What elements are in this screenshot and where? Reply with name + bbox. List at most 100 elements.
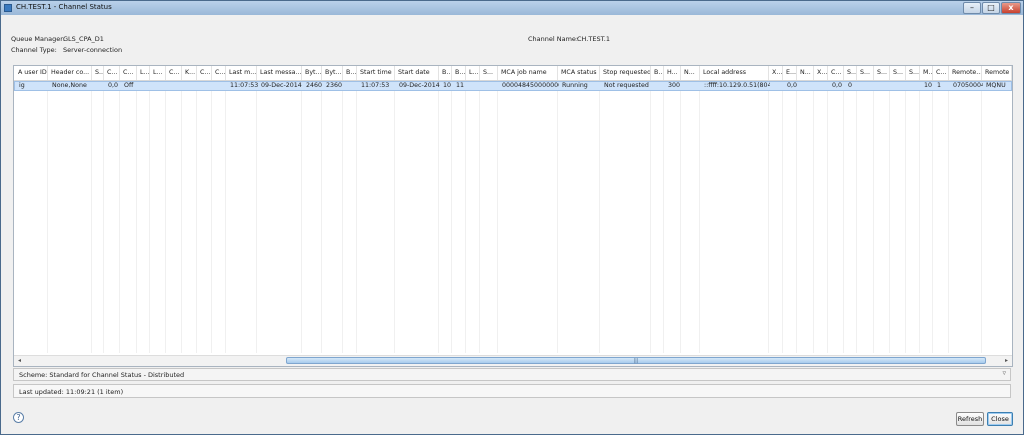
column-header[interactable]: Stop requested — [600, 66, 651, 80]
column-header[interactable]: Last m... — [226, 66, 257, 80]
scheme-text: Scheme: Standard for Channel Status - Di… — [19, 371, 185, 379]
window-title: CH.TEST.1 - Channel Status — [16, 3, 112, 11]
gridline — [782, 91, 783, 353]
column-header[interactable]: Byt... — [322, 66, 343, 80]
horizontal-scrollbar[interactable]: ◂ ||| ▸ — [14, 355, 1012, 366]
column-header[interactable]: B... — [439, 66, 452, 80]
table-cell — [891, 82, 907, 90]
table-cell — [138, 82, 151, 90]
chevron-down-icon[interactable]: ▿ — [1002, 369, 1006, 377]
channel-type-label: Channel Type: — [11, 46, 57, 54]
gridline — [827, 91, 828, 353]
column-header[interactable]: B... — [343, 66, 357, 80]
help-icon[interactable]: ? — [13, 412, 24, 423]
column-header[interactable]: L... — [466, 66, 480, 80]
table-cell: Running — [562, 82, 588, 89]
column-header[interactable]: C... — [212, 66, 226, 80]
column-header[interactable]: MCA job name — [498, 66, 558, 80]
table-cell: 09-Dec-2014 — [261, 82, 302, 89]
column-header[interactable]: L... — [150, 66, 166, 80]
table-row[interactable]: ig None,None 0,0 Off 11:07:53 09-Dec-2014 2460… — [14, 81, 1012, 91]
column-header[interactable]: E... — [783, 66, 797, 80]
table-cell — [875, 82, 891, 90]
table-cell: 09-Dec-2014 — [399, 82, 440, 89]
gridline — [889, 91, 890, 353]
table-cell — [167, 82, 183, 90]
column-header[interactable]: Start date — [395, 66, 439, 80]
column-header[interactable]: S... — [480, 66, 498, 80]
column-header[interactable]: Start time — [357, 66, 395, 80]
column-header[interactable]: S... — [874, 66, 890, 80]
column-header[interactable]: N... — [681, 66, 700, 80]
column-header[interactable]: X... — [814, 66, 828, 80]
gridline — [225, 91, 226, 353]
table-cell: ig — [19, 82, 25, 89]
column-header[interactable]: B... — [651, 66, 664, 80]
column-header[interactable]: X... — [769, 66, 783, 80]
gridline — [91, 91, 92, 353]
column-header[interactable]: Byt... — [302, 66, 322, 80]
scheme-selector[interactable]: Scheme: Standard for Channel Status - Di… — [13, 368, 1011, 381]
channel-status-table[interactable]: A user IDHeader co...S...C...C...L...L..… — [13, 65, 1013, 367]
column-header[interactable]: B... — [452, 66, 466, 80]
gridline — [103, 91, 104, 353]
column-header[interactable]: Last messa... — [257, 66, 302, 80]
gridline — [321, 91, 322, 353]
gridline — [465, 91, 466, 353]
table-cell: Not requested — [604, 82, 649, 89]
table-cell: 0,0 — [787, 82, 798, 89]
table-cell — [213, 82, 227, 90]
column-header[interactable]: Remote... — [949, 66, 982, 80]
table-cell: None,None — [52, 82, 87, 89]
gridline — [342, 91, 343, 353]
table-cell — [815, 82, 829, 90]
gridline — [479, 91, 480, 353]
gridline — [680, 91, 681, 353]
table-cell — [467, 82, 481, 90]
minimize-button[interactable]: – — [963, 2, 981, 14]
column-header[interactable]: L... — [137, 66, 150, 80]
table-cell: MQNU — [986, 82, 1006, 89]
column-header[interactable]: S... — [92, 66, 104, 80]
column-header[interactable]: S... — [890, 66, 906, 80]
table-cell: 11 — [456, 82, 465, 89]
gridline — [932, 91, 933, 353]
column-header[interactable]: S... — [857, 66, 874, 80]
column-header[interactable]: M... — [920, 66, 933, 80]
refresh-button[interactable]: Refresh — [956, 412, 984, 426]
gridline — [768, 91, 769, 353]
table-cell: 00004845000000061 — [502, 82, 559, 89]
column-header[interactable]: S... — [844, 66, 857, 80]
scroll-left-icon[interactable]: ◂ — [15, 357, 24, 365]
column-header[interactable]: C... — [197, 66, 212, 80]
column-header[interactable]: H... — [664, 66, 681, 80]
column-header[interactable]: N... — [797, 66, 814, 80]
column-header[interactable]: A user ID — [15, 66, 48, 80]
gridline — [451, 91, 452, 353]
column-header[interactable]: K... — [182, 66, 197, 80]
column-header[interactable]: MCA status — [558, 66, 600, 80]
column-header[interactable]: C... — [166, 66, 182, 80]
gridline — [699, 91, 700, 353]
maximize-button[interactable]: □ — [982, 2, 1000, 14]
table-cell — [151, 82, 167, 90]
scroll-right-icon[interactable]: ▸ — [1002, 357, 1011, 365]
table-cell: 10 — [443, 82, 452, 89]
table-cell — [682, 82, 701, 90]
gridline — [905, 91, 906, 353]
column-header[interactable]: S... — [906, 66, 920, 80]
column-header[interactable]: C... — [828, 66, 844, 80]
column-header[interactable]: C... — [104, 66, 120, 80]
table-cell — [798, 82, 815, 90]
scrollbar-thumb[interactable]: ||| — [286, 357, 986, 364]
column-header[interactable]: Local address — [700, 66, 769, 80]
column-header[interactable]: C... — [933, 66, 949, 80]
close-button[interactable]: Close — [987, 412, 1013, 426]
gridline — [650, 91, 651, 353]
close-window-button[interactable]: x — [1001, 2, 1021, 14]
title-bar[interactable]: CH.TEST.1 - Channel Status – □ x — [1, 1, 1023, 15]
column-header[interactable]: Header co... — [48, 66, 92, 80]
table-cell: 0 — [848, 82, 853, 89]
column-header[interactable]: C... — [120, 66, 137, 80]
column-header[interactable]: Remote — [982, 66, 1012, 80]
